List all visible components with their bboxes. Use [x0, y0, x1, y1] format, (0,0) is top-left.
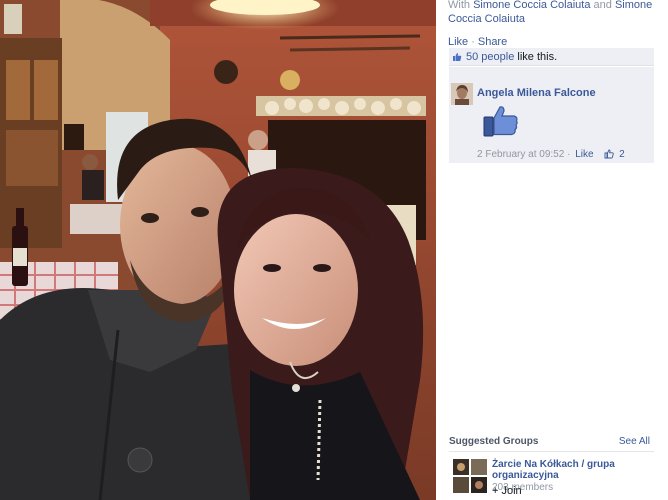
group-name-link[interactable]: Żarcie Na Kółkach / grupa organizacyjna	[492, 459, 642, 481]
comment-timestamp[interactable]: 2 February at 09:52	[477, 149, 564, 160]
tagged-people-line: With Simone Coccia Colaiuta and Simone C…	[448, 0, 656, 26]
selfie-photo	[0, 0, 436, 500]
suggested-groups: Suggested Groups See All Żarcie Na Kółka…	[449, 436, 654, 500]
see-all-link[interactable]: See All	[619, 436, 650, 447]
avatar[interactable]	[451, 83, 473, 105]
likes-summary: 50 people like this.	[449, 48, 654, 66]
comment-like-count[interactable]: 2	[619, 149, 625, 160]
photo-viewer[interactable]	[0, 0, 436, 500]
join-group-button[interactable]: + Join	[492, 485, 522, 497]
suggested-groups-title: Suggested Groups	[449, 436, 539, 447]
comment-like-button[interactable]: Like	[575, 149, 593, 160]
comment-author-link[interactable]: Angela Milena Falcone	[477, 87, 596, 99]
likes-suffix: like this.	[517, 51, 558, 63]
feedback-section: 50 people like this. Angela Milena Falco…	[449, 48, 654, 163]
action-separator: ·	[471, 36, 475, 48]
suggested-groups-header: Suggested Groups See All	[449, 436, 654, 450]
photo-actions: Like · Share	[448, 36, 507, 48]
thumbs-up-sticker	[483, 105, 519, 140]
share-button[interactable]: Share	[478, 36, 507, 48]
with-prefix: With	[448, 0, 470, 11]
comment-meta: 2 February at 09:52 · Like 2	[477, 149, 625, 162]
likes-count-link[interactable]: 50 people	[466, 51, 514, 63]
thumbs-up-icon	[604, 149, 615, 162]
meta-separator: ·	[567, 149, 571, 160]
thumbs-up-icon	[452, 52, 462, 65]
like-button[interactable]: Like	[448, 36, 468, 48]
tagged-person-link[interactable]: Simone Coccia Colaiuta	[473, 0, 590, 11]
divider	[449, 451, 654, 452]
and-word: and	[593, 0, 612, 11]
group-photo-thumbnail[interactable]	[453, 459, 487, 493]
comment-item: Angela Milena Falcone 2 February at 09:5…	[449, 67, 654, 163]
group-suggestion: Żarcie Na Kółkach / grupa organizacyjna …	[449, 454, 654, 500]
